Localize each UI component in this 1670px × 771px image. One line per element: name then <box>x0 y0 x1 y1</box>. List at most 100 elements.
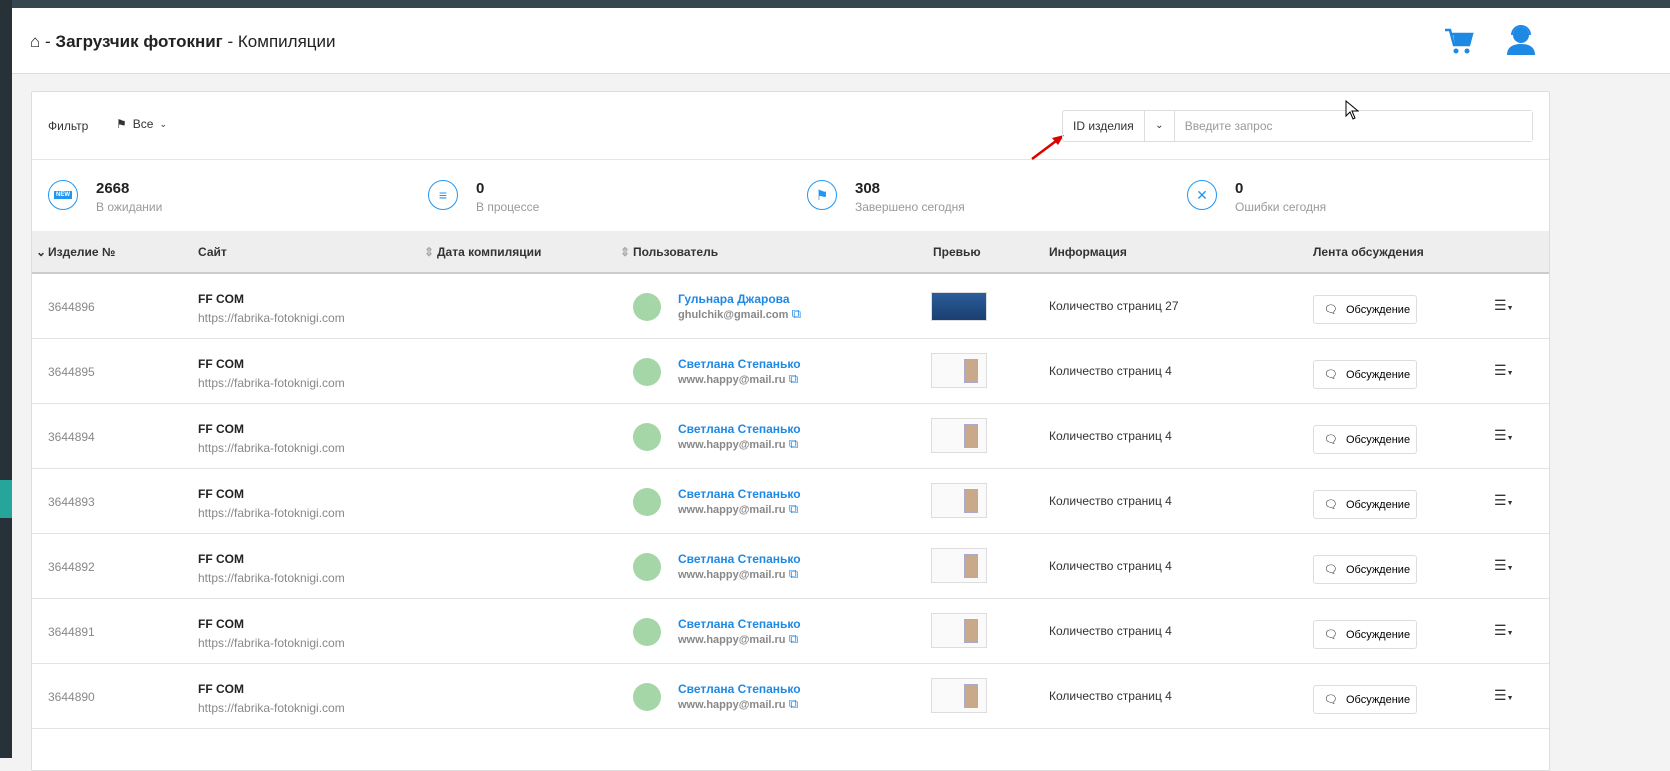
col-info: Информация <box>1049 245 1127 259</box>
site-url[interactable]: https://fabrika-fotoknigi.com <box>198 701 345 715</box>
copy-icon[interactable]: ⧉ <box>792 306 801 321</box>
filter-value: Все <box>132 117 154 131</box>
site-url[interactable]: https://fabrika-fotoknigi.com <box>198 571 345 585</box>
user-name[interactable]: Светлана Степанько <box>678 552 801 566</box>
avatar <box>633 553 661 581</box>
sort-desc-icon[interactable]: ⌄ <box>36 245 46 259</box>
col-user[interactable]: Пользователь <box>633 245 718 259</box>
row-menu-icon[interactable]: ☰▼ <box>1494 427 1514 444</box>
table-row[interactable]: 3644894 FF COM https://fabrika-fotoknigi.… <box>32 404 1549 469</box>
row-menu-icon[interactable]: ☰▼ <box>1494 362 1514 379</box>
red-arrow-annotation <box>1031 135 1064 160</box>
discussion-button[interactable]: 🗨 Обсуждение <box>1313 295 1417 324</box>
col-date[interactable]: Дата компиляции <box>437 245 541 259</box>
user-name[interactable]: Светлана Степанько <box>678 357 801 371</box>
item-id[interactable]: 3644895 <box>48 365 95 379</box>
info-text: Количество страниц 4 <box>1049 689 1172 703</box>
home-icon[interactable]: ⌂ <box>30 32 40 51</box>
search-group: ID изделия ⌄ <box>1062 110 1533 142</box>
user-email: www.happy@mail.ru <box>678 374 786 386</box>
preview-thumbnail[interactable] <box>931 292 987 321</box>
chat-icon: 🗨 <box>1324 434 1338 446</box>
app-title[interactable]: Загрузчик фотокниг <box>55 32 222 51</box>
col-feed: Лента обсуждения <box>1313 245 1424 259</box>
discussion-button[interactable]: 🗨 Обсуждение <box>1313 685 1417 714</box>
stat-value: 0 <box>476 180 485 197</box>
discussion-button[interactable]: 🗨 Обсуждение <box>1313 490 1417 519</box>
copy-icon[interactable]: ⧉ <box>789 566 798 581</box>
item-id[interactable]: 3644894 <box>48 430 95 444</box>
site-cell: FF COM https://fabrika-fotoknigi.com <box>198 292 345 325</box>
mouse-cursor-icon <box>1345 100 1359 120</box>
user-name[interactable]: Гульнара Джарова <box>678 292 801 306</box>
copy-icon[interactable]: ⧉ <box>789 631 798 646</box>
row-menu-icon[interactable]: ☰▼ <box>1494 297 1514 314</box>
discussion-button[interactable]: 🗨 Обсуждение <box>1313 425 1417 454</box>
site-name: FF COM <box>198 422 244 436</box>
table-row[interactable]: 3644893 FF COM https://fabrika-fotoknigi.… <box>32 469 1549 534</box>
site-cell: FF COM https://fabrika-fotoknigi.com <box>198 487 345 520</box>
row-menu-icon[interactable]: ☰▼ <box>1494 622 1514 639</box>
chevron-down-icon[interactable]: ⌄ <box>1145 111 1175 141</box>
table-row[interactable]: 3644890 FF COM https://fabrika-fotoknigi.… <box>32 664 1549 729</box>
stat-processing: ≡ 0 В процессе <box>428 180 539 214</box>
discussion-button[interactable]: 🗨 Обсуждение <box>1313 360 1417 389</box>
stat-value: 0 <box>1235 180 1244 197</box>
row-menu-icon[interactable]: ☰▼ <box>1494 687 1514 704</box>
table-row[interactable]: 3644895 FF COM https://fabrika-fotoknigi.… <box>32 339 1549 404</box>
user-name[interactable]: Светлана Степанько <box>678 617 801 631</box>
stat-errors: ✕ 0 Ошибки сегодня <box>1187 180 1326 214</box>
copy-icon[interactable]: ⧉ <box>789 436 798 451</box>
site-url[interactable]: https://fabrika-fotoknigi.com <box>198 506 345 520</box>
table-row[interactable]: 3644892 FF COM https://fabrika-fotoknigi.… <box>32 534 1549 599</box>
info-text: Количество страниц 4 <box>1049 624 1172 638</box>
item-id[interactable]: 3644896 <box>48 300 95 314</box>
col-id[interactable]: Изделие № <box>48 245 115 259</box>
cart-icon[interactable] <box>1444 26 1474 59</box>
site-url[interactable]: https://fabrika-fotoknigi.com <box>198 311 345 325</box>
site-cell: FF COM https://fabrika-fotoknigi.com <box>198 422 345 455</box>
search-type-select[interactable]: ID изделия <box>1063 111 1145 141</box>
discussion-button[interactable]: 🗨 Обсуждение <box>1313 620 1417 649</box>
user-name[interactable]: Светлана Степанько <box>678 682 801 696</box>
table-row[interactable]: 3644896 FF COM https://fabrika-fotoknigi.… <box>32 274 1549 339</box>
site-url[interactable]: https://fabrika-fotoknigi.com <box>198 376 345 390</box>
preview-thumbnail[interactable] <box>931 353 987 388</box>
site-url[interactable]: https://fabrika-fotoknigi.com <box>198 636 345 650</box>
item-id[interactable]: 3644891 <box>48 625 95 639</box>
row-menu-icon[interactable]: ☰▼ <box>1494 492 1514 509</box>
site-name: FF COM <box>198 617 244 631</box>
user-name[interactable]: Светлана Степанько <box>678 487 801 501</box>
flag-icon: ⚑ <box>116 117 127 131</box>
stat-value: 2668 <box>96 180 130 197</box>
item-id[interactable]: 3644893 <box>48 495 95 509</box>
site-url[interactable]: https://fabrika-fotoknigi.com <box>198 441 345 455</box>
copy-icon[interactable]: ⧉ <box>789 371 798 386</box>
copy-icon[interactable]: ⧉ <box>789 501 798 516</box>
col-preview: Превью <box>933 245 981 259</box>
preview-thumbnail[interactable] <box>931 418 987 453</box>
discussion-button[interactable]: 🗨 Обсуждение <box>1313 555 1417 584</box>
copy-icon[interactable]: ⧉ <box>789 696 798 711</box>
user-email: www.happy@mail.ru <box>678 569 786 581</box>
support-user-icon[interactable] <box>1506 24 1536 59</box>
preview-thumbnail[interactable] <box>931 678 987 713</box>
user-cell: Светлана Степанько www.happy@mail.ru ⧉ <box>678 422 801 452</box>
item-id[interactable]: 3644890 <box>48 690 95 704</box>
preview-thumbnail[interactable] <box>931 613 987 648</box>
site-name: FF COM <box>198 487 244 501</box>
table-row[interactable]: 3644891 FF COM https://fabrika-fotoknigi.… <box>32 599 1549 664</box>
user-name[interactable]: Светлана Степанько <box>678 422 801 436</box>
preview-thumbnail[interactable] <box>931 483 987 518</box>
row-menu-icon[interactable]: ☰▼ <box>1494 557 1514 574</box>
close-icon: ✕ <box>1187 180 1217 210</box>
sort-icon[interactable]: ⇕ <box>424 245 434 259</box>
table-body: 3644896 FF COM https://fabrika-fotoknigi.… <box>32 274 1549 729</box>
sort-icon[interactable]: ⇕ <box>620 245 630 259</box>
item-id[interactable]: 3644892 <box>48 560 95 574</box>
filter-dropdown[interactable]: ⚑ Все ⌄ <box>116 117 167 131</box>
sidebar-active-item[interactable] <box>0 480 12 518</box>
info-text: Количество страниц 4 <box>1049 559 1172 573</box>
preview-thumbnail[interactable] <box>931 548 987 583</box>
sep: - <box>45 32 51 51</box>
